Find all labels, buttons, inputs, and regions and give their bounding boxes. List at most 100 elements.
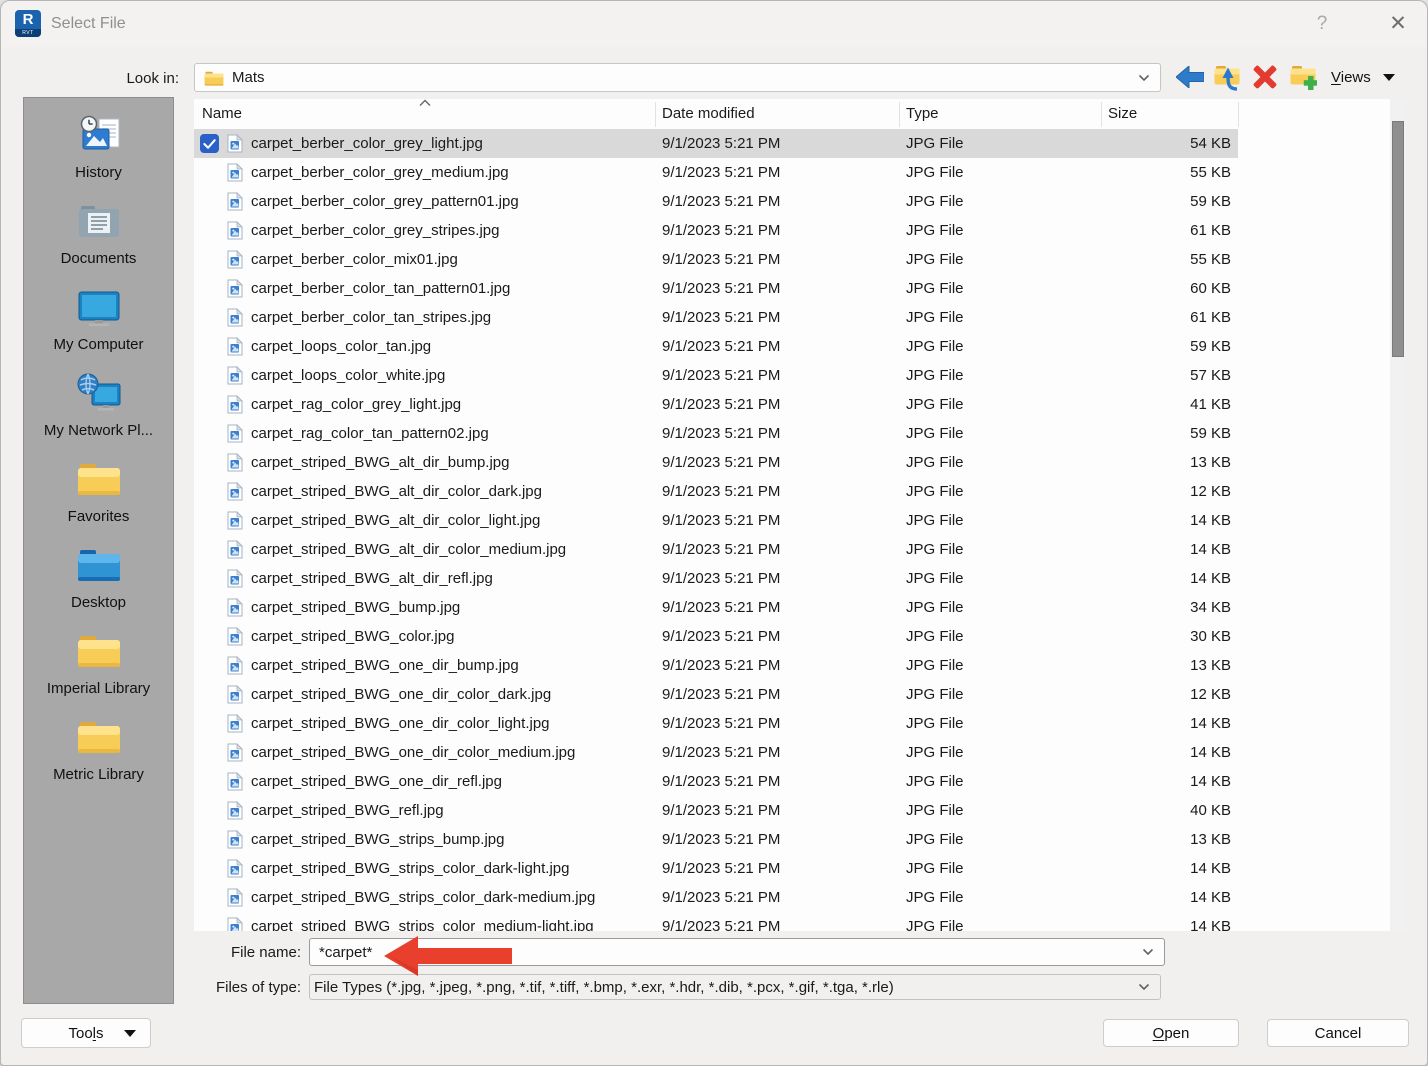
sidebar-item-my-computer[interactable]: My Computer [24, 280, 173, 366]
file-name-cell: carpet_loops_color_white.jpg [251, 361, 445, 390]
file-row[interactable]: carpet_rag_color_tan_pattern02.jpg 9/1/2… [194, 419, 1406, 448]
jpg-file-icon [227, 163, 243, 182]
sidebar-item-label: Metric Library [53, 766, 144, 783]
jpg-file-icon [227, 598, 243, 617]
file-row[interactable]: carpet_striped_BWG_alt_dir_refl.jpg 9/1/… [194, 564, 1406, 593]
file-name-cell: carpet_striped_BWG_one_dir_refl.jpg [251, 767, 502, 796]
file-row[interactable]: carpet_striped_BWG_one_dir_color_medium.… [194, 738, 1406, 767]
file-name-cell: carpet_striped_BWG_alt_dir_refl.jpg [251, 564, 493, 593]
sidebar-item-favorites[interactable]: Favorites [24, 452, 173, 538]
sidebar-item-my-network-places[interactable]: My Network Pl... [24, 366, 173, 452]
file-row[interactable]: carpet_berber_color_grey_stripes.jpg 9/1… [194, 216, 1406, 245]
sidebar-item-metric-library[interactable]: Metric Library [24, 710, 173, 796]
file-name-cell: carpet_striped_BWG_one_dir_color_light.j… [251, 709, 550, 738]
jpg-file-icon [227, 772, 243, 791]
up-one-level-button[interactable] [1212, 61, 1242, 93]
date-modified-cell: 9/1/2023 5:21 PM [662, 738, 780, 767]
file-row[interactable]: carpet_striped_BWG_alt_dir_bump.jpg 9/1/… [194, 448, 1406, 477]
open-button[interactable]: Open [1103, 1019, 1239, 1047]
file-row[interactable]: carpet_berber_color_grey_pattern01.jpg 9… [194, 187, 1406, 216]
file-row[interactable]: carpet_striped_BWG_refl.jpg 9/1/2023 5:2… [194, 796, 1406, 825]
sidebar-item-history[interactable]: History [24, 108, 173, 194]
date-modified-cell: 9/1/2023 5:21 PM [662, 361, 780, 390]
file-row[interactable]: carpet_berber_color_tan_pattern01.jpg 9/… [194, 274, 1406, 303]
revit-logo-icon: R RVT [15, 10, 41, 37]
column-divider[interactable] [1238, 102, 1239, 127]
jpg-file-icon [227, 134, 243, 153]
file-name-cell: carpet_striped_BWG_color.jpg [251, 622, 454, 651]
date-modified-cell: 9/1/2023 5:21 PM [662, 477, 780, 506]
scrollbar-thumb[interactable] [1392, 121, 1404, 357]
tools-button[interactable]: Tools [21, 1018, 151, 1048]
annotation-red-arrow [384, 934, 512, 978]
type-cell: JPG File [906, 187, 964, 216]
file-row[interactable]: carpet_berber_color_grey_medium.jpg 9/1/… [194, 158, 1406, 187]
size-cell: 14 KB [1101, 738, 1231, 767]
file-row[interactable]: carpet_striped_BWG_one_dir_bump.jpg 9/1/… [194, 651, 1406, 680]
cancel-button[interactable]: Cancel [1267, 1019, 1409, 1047]
column-divider[interactable] [655, 102, 656, 127]
type-cell: JPG File [906, 158, 964, 187]
back-button[interactable] [1175, 61, 1205, 93]
column-divider[interactable] [899, 102, 900, 127]
revit-logo-sub: RVT [15, 29, 41, 37]
size-cell: 14 KB [1101, 506, 1231, 535]
folder-icon [75, 624, 123, 676]
file-row[interactable]: carpet_striped_BWG_one_dir_color_light.j… [194, 709, 1406, 738]
column-divider[interactable] [1101, 102, 1102, 127]
file-row[interactable]: carpet_striped_BWG_one_dir_refl.jpg 9/1/… [194, 767, 1406, 796]
column-header-date-modified[interactable]: Date modified [662, 105, 755, 122]
type-cell: JPG File [906, 274, 964, 303]
date-modified-cell: 9/1/2023 5:21 PM [662, 506, 780, 535]
type-cell: JPG File [906, 622, 964, 651]
file-row[interactable]: carpet_striped_BWG_strips_color_dark-lig… [194, 854, 1406, 883]
file-row[interactable]: carpet_striped_BWG_strips_color_medium-l… [194, 912, 1406, 931]
date-modified-cell: 9/1/2023 5:21 PM [662, 419, 780, 448]
file-row[interactable]: carpet_striped_BWG_alt_dir_color_light.j… [194, 506, 1406, 535]
type-cell: JPG File [906, 506, 964, 535]
views-button[interactable]: Views [1331, 61, 1395, 93]
file-row[interactable]: carpet_berber_color_grey_light.jpg 9/1/2… [194, 129, 1406, 158]
file-row[interactable]: carpet_loops_color_tan.jpg 9/1/2023 5:21… [194, 332, 1406, 361]
date-modified-cell: 9/1/2023 5:21 PM [662, 448, 780, 477]
file-row[interactable]: carpet_loops_color_white.jpg 9/1/2023 5:… [194, 361, 1406, 390]
date-modified-cell: 9/1/2023 5:21 PM [662, 535, 780, 564]
size-cell: 13 KB [1101, 651, 1231, 680]
delete-button[interactable] [1250, 61, 1280, 93]
look-in-dropdown[interactable]: Mats [194, 63, 1161, 92]
file-row[interactable]: carpet_berber_color_tan_stripes.jpg 9/1/… [194, 303, 1406, 332]
column-header-name[interactable]: Name [202, 105, 242, 122]
open-label-key: O [1153, 1025, 1165, 1042]
file-row[interactable]: carpet_striped_BWG_color.jpg 9/1/2023 5:… [194, 622, 1406, 651]
size-cell: 41 KB [1101, 390, 1231, 419]
file-name-cell: carpet_berber_color_mix01.jpg [251, 245, 458, 274]
sidebar-item-documents[interactable]: Documents [24, 194, 173, 280]
file-row[interactable]: carpet_striped_BWG_alt_dir_color_medium.… [194, 535, 1406, 564]
file-row[interactable]: carpet_striped_BWG_strips_color_dark-med… [194, 883, 1406, 912]
type-cell: JPG File [906, 216, 964, 245]
file-row[interactable]: carpet_striped_BWG_alt_dir_color_dark.jp… [194, 477, 1406, 506]
file-name-cell: carpet_striped_BWG_one_dir_bump.jpg [251, 651, 519, 680]
column-header-size[interactable]: Size [1108, 105, 1137, 122]
file-name-cell: carpet_striped_BWG_strips_color_dark-med… [251, 883, 595, 912]
new-folder-button[interactable] [1288, 61, 1318, 93]
vertical-scrollbar[interactable] [1390, 99, 1406, 931]
sidebar-item-desktop[interactable]: Desktop [24, 538, 173, 624]
file-name-cell: carpet_striped_BWG_strips_color_medium-l… [251, 912, 594, 931]
sidebar-item-imperial-library[interactable]: Imperial Library [24, 624, 173, 710]
folder-icon [75, 710, 123, 762]
file-row[interactable]: carpet_rag_color_grey_light.jpg 9/1/2023… [194, 390, 1406, 419]
file-name-cell: carpet_striped_BWG_strips_color_dark-lig… [251, 854, 569, 883]
size-cell: 14 KB [1101, 709, 1231, 738]
file-row[interactable]: carpet_striped_BWG_bump.jpg 9/1/2023 5:2… [194, 593, 1406, 622]
size-cell: 55 KB [1101, 158, 1231, 187]
date-modified-cell: 9/1/2023 5:21 PM [662, 187, 780, 216]
file-name-cell: carpet_striped_BWG_one_dir_color_medium.… [251, 738, 575, 767]
close-button[interactable]: ✕ [1379, 9, 1417, 39]
file-row[interactable]: carpet_striped_BWG_one_dir_color_dark.jp… [194, 680, 1406, 709]
file-row[interactable]: carpet_striped_BWG_strips_bump.jpg 9/1/2… [194, 825, 1406, 854]
help-button[interactable]: ? [1305, 9, 1339, 39]
selected-checkbox[interactable] [200, 134, 219, 153]
column-header-type[interactable]: Type [906, 105, 939, 122]
file-row[interactable]: carpet_berber_color_mix01.jpg 9/1/2023 5… [194, 245, 1406, 274]
